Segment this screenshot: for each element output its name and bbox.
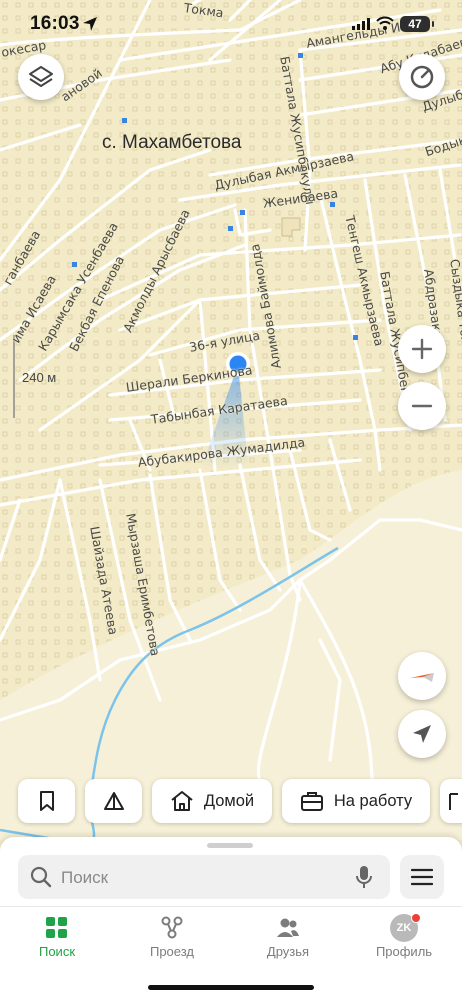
microphone-icon[interactable] [356,865,372,889]
bookmark-icon [39,791,54,811]
home-chip[interactable]: Домой [152,779,272,823]
scale-label: 240 м [22,370,57,385]
briefcase-icon [300,792,323,811]
location-arrow-icon [83,17,97,31]
compass-button[interactable] [398,652,446,700]
menu-button[interactable] [400,855,444,899]
search-icon [30,866,52,888]
search-input[interactable]: Поиск [18,855,390,899]
village-label: с. Махамбетова [102,132,242,153]
home-icon [171,791,193,811]
zoom-out-button[interactable] [398,382,446,430]
notification-badge [411,913,421,923]
home-chip-label: Домой [203,791,255,810]
my-location-button[interactable] [398,710,446,758]
status-bar: 16:03 47 [0,0,462,50]
sheet-handle[interactable] [207,843,253,848]
home-indicator [148,985,314,990]
route-icon [161,916,183,939]
tab-profile[interactable]: ZK Профиль [359,907,449,967]
layers-icon [29,66,53,87]
tab-transit[interactable]: Проезд [127,907,217,967]
navigation-arrow-icon [413,725,431,743]
tab-profile-label: Профиль [375,944,433,959]
tent-icon [103,792,124,810]
places-chip[interactable] [85,779,142,823]
compass-icon [410,673,434,682]
tab-search-label: Поиск [38,944,76,959]
wifi-icon [376,16,394,30]
work-chip-label: На работу [333,791,413,810]
hamburger-icon [411,868,433,886]
grid-icon [46,917,67,938]
signal-icon [352,18,370,30]
friends-icon [277,918,299,937]
more-chip[interactable] [440,779,462,823]
speedometer-icon [410,65,434,89]
tab-search[interactable]: Поиск [12,907,102,967]
status-time: 16:03 [30,13,80,34]
zoom-in-button[interactable] [398,325,446,373]
speed-button[interactable] [399,54,445,100]
minus-icon [411,404,433,408]
plus-icon [411,338,433,360]
tab-friends-label: Друзья [266,944,310,959]
bookmarks-chip[interactable] [18,779,75,823]
partial-icon [449,793,458,810]
tab-transit-label: Проезд [149,944,194,959]
work-chip[interactable]: На работу [282,779,430,823]
tab-bar: Поиск Проезд Друзья ZK Профиль [0,906,462,967]
tab-friends[interactable]: Друзья [243,907,333,967]
battery-indicator: 47 [400,16,434,32]
layers-button[interactable] [18,54,64,100]
search-placeholder: Поиск [61,868,109,887]
